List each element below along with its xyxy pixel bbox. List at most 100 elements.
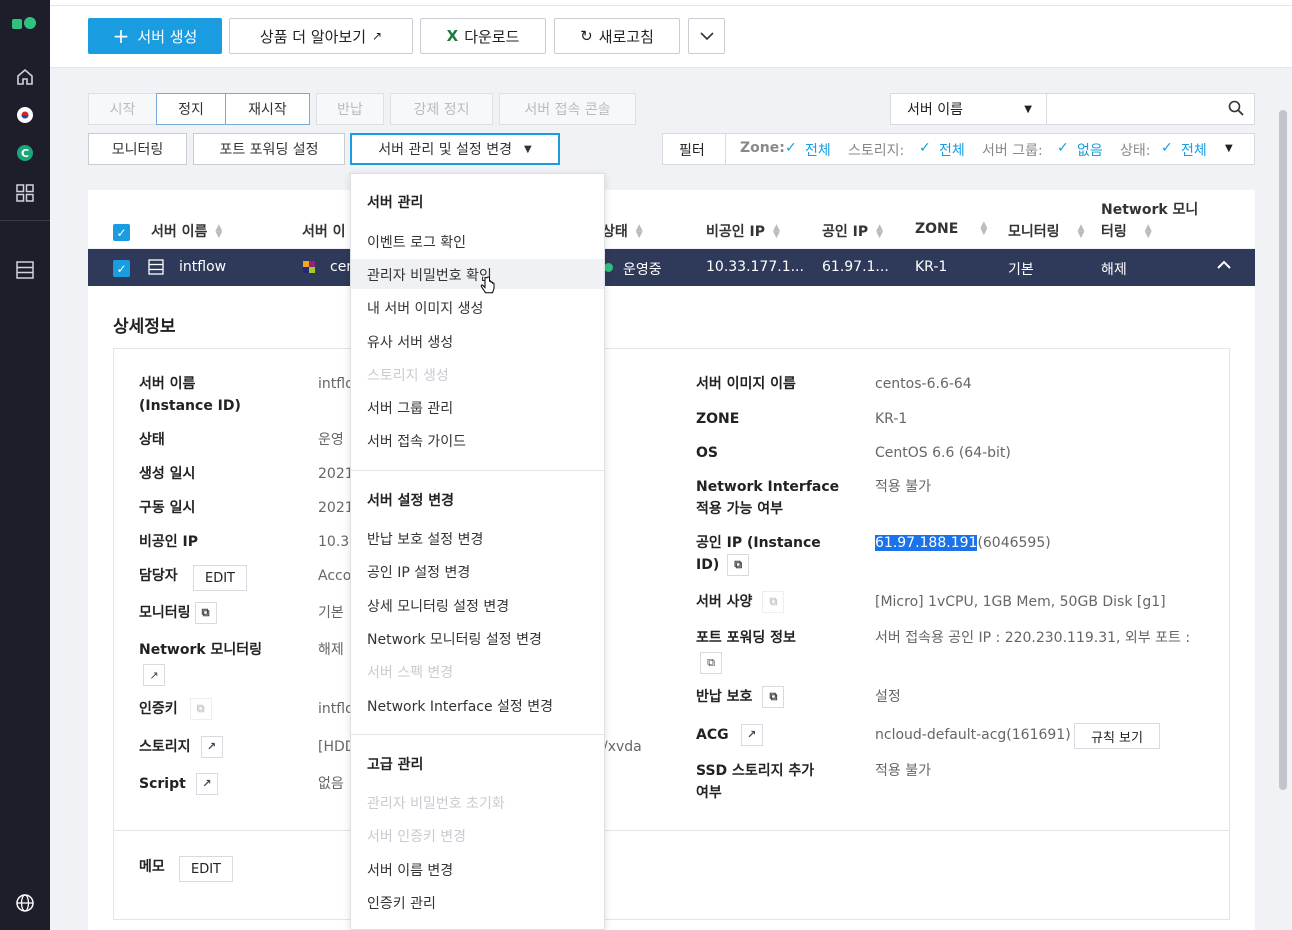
menu-item-network-monitoring[interactable]: Network 모니터링 설정 변경 <box>367 629 542 649</box>
script-value: 없음 <box>318 776 344 792</box>
ncloud-logo[interactable] <box>10 14 40 32</box>
external-link-icon[interactable]: ↗ <box>200 736 223 758</box>
classic-c-icon[interactable]: C <box>13 141 37 165</box>
os-value: CentOS 6.6 (64-bit) <box>875 445 1011 461</box>
zone-filter-value[interactable]: 전체 <box>805 140 831 160</box>
page-scrollbar[interactable] <box>1279 110 1287 790</box>
col-server-name[interactable]: 서버 이름 ▲ ▼ <box>151 221 222 241</box>
col-network-monitoring-label-2: 터링 <box>1101 224 1127 240</box>
menu-item-network-interface[interactable]: Network Interface 설정 변경 <box>367 696 553 716</box>
menu-item-server-group[interactable]: 서버 그룹 관리 <box>367 398 453 418</box>
col-zone-label: ZONE <box>915 221 959 237</box>
acg-rules-button[interactable]: 규칙 보기 <box>1074 723 1160 749</box>
owner-edit-button[interactable]: EDIT <box>193 565 247 591</box>
col-zone[interactable]: ZONE ▲ ▼ <box>915 221 987 238</box>
col-server-image[interactable]: 서버 이 <box>302 221 346 241</box>
menu-item-access-guide[interactable]: 서버 접속 가이드 <box>367 431 466 451</box>
popup-icon[interactable]: ⧉ <box>700 652 722 674</box>
col-network-monitoring[interactable]: Network 모니 터링 ▲ ▼ <box>1101 199 1198 243</box>
server-console-button[interactable]: 서버 접속 콘솔 <box>499 93 636 125</box>
search-icon[interactable] <box>1228 100 1244 120</box>
public-ip-instance-id: (6046595) <box>977 535 1051 551</box>
ssd-label-text: SSD 스토리지 추가 <box>696 763 815 779</box>
restart-button[interactable]: 재시작 <box>225 93 310 125</box>
status-label: 상태 <box>139 432 165 448</box>
ssd-value: 적용 불가 <box>875 763 931 779</box>
return-button[interactable]: 반납 <box>316 93 384 125</box>
menu-item-server-spec[interactable]: 서버 스펙 변경 <box>367 662 453 682</box>
row-server-name: intflow <box>179 259 227 275</box>
port-forwarding-button[interactable]: 포트 포워딩 설정 <box>193 133 345 165</box>
filter-label: 필터 <box>679 143 705 159</box>
korea-region-icon[interactable] <box>13 103 37 127</box>
row-public-ip: 61.97.1... <box>822 259 889 275</box>
chevron-up-icon[interactable] <box>1216 259 1232 275</box>
spec-label-text: 서버 사양 <box>696 594 753 610</box>
acg-label-text: ACG <box>696 727 729 743</box>
globe-language-icon[interactable] <box>13 891 37 915</box>
chevron-down-icon <box>699 27 714 45</box>
search-field-select[interactable]: 서버 이름 ▼ <box>891 94 1047 124</box>
popup-icon[interactable]: ⧉ <box>762 686 785 708</box>
server-manage-dropdown-button[interactable]: 서버 관리 및 설정 변경 ▼ <box>350 133 560 165</box>
menu-item-rename-server[interactable]: 서버 이름 변경 <box>367 860 453 880</box>
status-value: 운영 <box>318 432 344 448</box>
select-all-checkbox[interactable]: ✓ <box>113 224 130 241</box>
popup-icon[interactable]: ⧉ <box>762 591 785 613</box>
refresh-button[interactable]: ↻ 새로고침 <box>554 18 680 54</box>
col-monitoring[interactable]: 모니터링 ▲ ▼ <box>1008 221 1084 241</box>
menu-item-public-ip[interactable]: 공인 IP 설정 변경 <box>367 562 470 582</box>
menu-item-auth-key-manage[interactable]: 인증키 관리 <box>367 893 436 913</box>
search-input[interactable] <box>1051 96 1211 122</box>
menu-section-server-manage: 서버 관리 <box>367 195 424 211</box>
force-stop-button[interactable]: 강제 정지 <box>390 93 493 125</box>
sort-icon: ▲ ▼ <box>215 223 223 240</box>
menu-item-admin-password[interactable]: 관리자 비밀번호 확인 <box>367 265 492 285</box>
more-toolbar-button[interactable] <box>688 18 725 54</box>
server-list-icon[interactable] <box>13 258 37 282</box>
external-link-icon[interactable]: ↗ <box>143 664 165 686</box>
status-filter-value[interactable]: 전체 <box>1181 140 1207 160</box>
row-status: 운영중 <box>623 262 662 278</box>
caret-down-icon[interactable]: ▼ <box>1225 143 1233 154</box>
external-link-icon[interactable]: ↗ <box>740 724 763 746</box>
group-filter-value[interactable]: 없음 <box>1077 140 1103 160</box>
menu-divider <box>351 470 604 471</box>
download-label: 다운로드 <box>464 27 520 46</box>
script-label-text: Script <box>139 776 186 792</box>
learn-more-button[interactable]: 상품 더 알아보기 ↗ <box>229 18 413 54</box>
memo-edit-button[interactable]: EDIT <box>179 856 233 882</box>
popup-icon[interactable]: ⧉ <box>194 602 217 624</box>
public-ip-label-text: 공인 IP (Instance <box>696 535 821 551</box>
public-ip-label-text-2: ID) <box>696 557 720 573</box>
download-button[interactable]: X 다운로드 <box>420 18 546 54</box>
menu-item-reset-password[interactable]: 관리자 비밀번호 초기화 <box>367 793 505 813</box>
table-row[interactable]: ✓ intflow cen 운영중 10.33.177.1... 61.97.1… <box>88 249 1255 286</box>
col-network-monitoring-label: Network 모니 <box>1101 202 1199 218</box>
menu-item-return-protect[interactable]: 반납 보호 설정 변경 <box>367 529 483 549</box>
popup-icon[interactable]: ⧉ <box>727 554 750 576</box>
menu-item-event-log[interactable]: 이벤트 로그 확인 <box>367 232 466 252</box>
all-products-grid-icon[interactable] <box>13 181 37 205</box>
menu-item-change-auth-key[interactable]: 서버 인증키 변경 <box>367 826 466 846</box>
menu-item-similar-server[interactable]: 유사 서버 생성 <box>367 332 453 352</box>
stop-button[interactable]: 정지 <box>156 93 226 125</box>
start-button[interactable]: 시작 <box>88 93 157 125</box>
col-private-ip[interactable]: 비공인 IP ▲ ▼ <box>706 221 780 241</box>
row-checkbox[interactable]: ✓ <box>113 260 130 277</box>
menu-item-create-image[interactable]: 내 서버 이미지 생성 <box>367 298 483 318</box>
storage-filter-value[interactable]: 전체 <box>939 140 965 160</box>
popup-icon[interactable]: ⧉ <box>189 698 212 720</box>
monitoring-button[interactable]: 모니터링 <box>88 133 187 165</box>
plus-icon: + <box>112 24 130 48</box>
col-status[interactable]: 상태 ▲ ▼ <box>602 221 643 241</box>
create-server-button[interactable]: + 서버 생성 <box>88 18 222 54</box>
home-icon[interactable] <box>13 65 37 89</box>
external-link-icon[interactable]: ↗ <box>195 773 218 795</box>
col-public-ip[interactable]: 공인 IP ▲ ▼ <box>822 221 883 241</box>
menu-item-create-storage[interactable]: 스토리지 생성 <box>367 365 449 385</box>
server-search: 서버 이름 ▼ <box>890 93 1255 125</box>
filter-bar[interactable]: 필터 Zone: ✓ 전체 스토리지: ✓ 전체 서버 그룹: ✓ 없음 상태:… <box>662 133 1255 165</box>
instance-id-label-text: (Instance ID) <box>139 398 241 414</box>
menu-item-detail-monitoring[interactable]: 상세 모니터링 설정 변경 <box>367 596 509 616</box>
